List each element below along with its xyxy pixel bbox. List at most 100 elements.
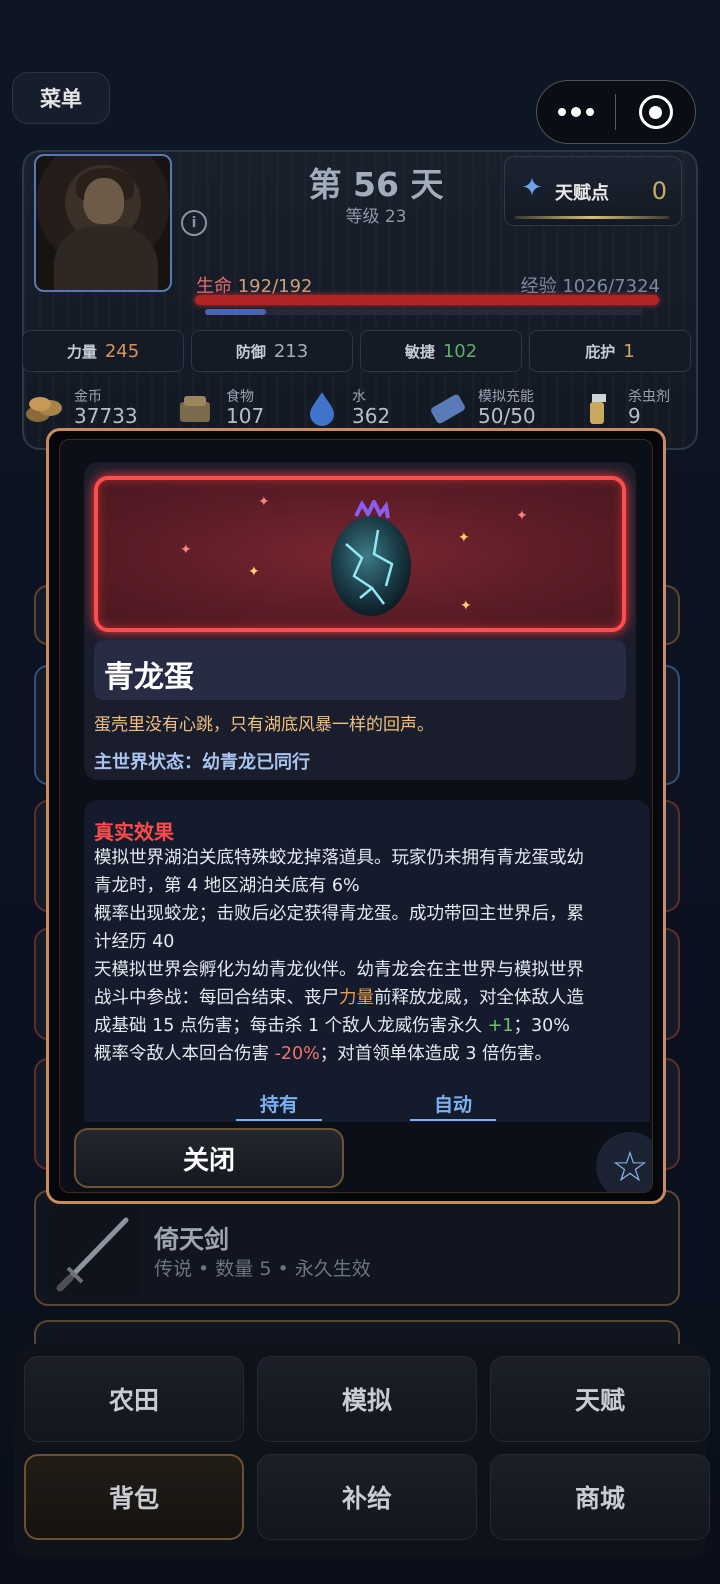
effect-line: 概率令敌人本回合伤害 -20%；对首领单体造成 3 倍伤害。 (94, 1040, 642, 1068)
resource-value: 362 (352, 404, 391, 428)
resource-value: 37733 (74, 404, 138, 428)
stat-agility: 敏捷 102 (360, 330, 522, 372)
effect-line: 模拟世界湖泊关底特殊蛟龙掉落道具。玩家仍未拥有青龙蛋或幼 (94, 848, 584, 868)
resource-gold: 金币 37733 (24, 384, 144, 434)
highlight-bonus: +1 (487, 1016, 514, 1036)
xp-bar-fill (205, 309, 267, 315)
water-drop-icon (310, 392, 334, 426)
stat-value: 213 (273, 340, 309, 362)
stat-value: 1 (623, 340, 635, 362)
sparkle-icon: ✦ (458, 530, 470, 546)
battery-icon (431, 394, 465, 424)
hp-value: 192/192 (237, 276, 313, 297)
resource-pesticide: 杀虫剂 9 (578, 384, 688, 434)
tab-farm[interactable]: 农田 (24, 1356, 244, 1442)
tab-simulate[interactable]: 模拟 (257, 1356, 477, 1442)
hp-bar (195, 295, 659, 305)
sparkle-icon: ✦ (180, 542, 192, 558)
hold-link[interactable]: 持有 (236, 1090, 323, 1121)
effect-description: 模拟世界湖泊关底特殊蛟龙掉落道具。玩家仍未拥有青龙蛋或幼 青龙时，第 4 地区湖… (94, 844, 642, 1068)
resource-food: 食物 107 (176, 384, 286, 434)
item-meta: 传说 • 数量 5 • 永久生效 (154, 1258, 371, 1280)
stat-strength: 力量 245 (22, 330, 184, 372)
highlight-debuff: -20% (274, 1044, 320, 1064)
dragon-egg-icon (331, 500, 411, 616)
resource-value: 9 (628, 404, 641, 428)
coins-icon (26, 397, 62, 422)
resource-value: 107 (226, 404, 265, 428)
info-icon[interactable]: i (181, 210, 207, 236)
highlight-strength: 力量 (339, 988, 374, 1008)
stat-label: 庇护 (585, 342, 616, 361)
sparkle-icon: ✦ (248, 564, 260, 580)
modal-body: ✦ ✦ ✦ ✦ ✦ ✦ 青龙蛋 蛋壳里没有心跳，只有湖底风暴一样的回声。 主世界… (59, 439, 653, 1193)
item-name: 倚天剑 (154, 1225, 230, 1254)
effect-line: 概率出现蛟龙；击败后必定获得青龙蛋。成功带回主世界后，累 (94, 904, 584, 924)
spray-bottle-icon (590, 394, 606, 424)
resource-sim-charge: 模拟充能 50/50 (428, 384, 558, 434)
talent-points-label: 天赋点 (555, 183, 609, 204)
item-card: ✦ ✦ ✦ ✦ ✦ ✦ 青龙蛋 蛋壳里没有心跳，只有湖底风暴一样的回声。 主世界… (84, 462, 636, 780)
effect-panel: 真实效果 模拟世界湖泊关底特殊蛟龙掉落道具。玩家仍未拥有青龙蛋或幼 青龙时，第 … (84, 800, 650, 1122)
menu-button[interactable]: 菜单 (12, 72, 110, 124)
resource-label: 金币 (74, 389, 102, 405)
text-run: 成基础 15 点伤害；每击杀 1 个敌人龙威伤害永久 (94, 1016, 488, 1036)
item-art-frame: ✦ ✦ ✦ ✦ ✦ ✦ (94, 476, 626, 632)
tab-talent[interactable]: 天赋 (490, 1356, 710, 1442)
world-status: 主世界状态：幼青龙已同行 (94, 752, 310, 773)
effect-line: 成基础 15 点伤害；每击杀 1 个敌人龙威伤害永久 +1；30% (94, 1012, 642, 1040)
mini-program-capsule (536, 80, 696, 144)
stat-label: 防御 (235, 342, 266, 361)
star-icon[interactable]: ☆ (596, 1132, 652, 1192)
talent-points-value: 0 (651, 177, 667, 205)
item-detail-modal: ✦ ✦ ✦ ✦ ✦ ✦ 青龙蛋 蛋壳里没有心跳，只有湖底风暴一样的回声。 主世界… (46, 428, 666, 1204)
xp-key: 经验 (520, 276, 557, 297)
game-screen: 菜单 i 第 56 天 等级 23 ✦ 天赋点 0 生命 192/192 经验 … (0, 0, 720, 1584)
talent-points-panel[interactable]: ✦ 天赋点 0 (504, 156, 682, 226)
resource-label: 食物 (226, 389, 254, 405)
more-options-icon[interactable] (537, 106, 615, 117)
item-title: 青龙蛋 (104, 660, 194, 695)
resource-value: 50/50 (478, 404, 536, 428)
tab-backpack[interactable]: 背包 (24, 1454, 244, 1540)
resource-label: 杀虫剂 (628, 389, 670, 405)
xp-value: 1026/7324 (562, 276, 660, 297)
effect-title: 真实效果 (94, 820, 174, 844)
bottom-nav: 农田 模拟 天赋 背包 补给 商城 (14, 1344, 710, 1558)
sparkle-icon: ✦ (516, 508, 528, 524)
effect-line: 计经历 40 (94, 932, 175, 952)
effect-line: 青龙时，第 4 地区湖泊关底有 6% (94, 876, 360, 896)
resource-water: 水 362 (302, 384, 412, 434)
tab-supply[interactable]: 补给 (257, 1454, 477, 1540)
text-run: 前释放龙威，对全体敌人造 (374, 988, 584, 1008)
effect-line: 战斗中参战：每回合结束、丧尸力量前释放龙威，对全体敌人造 (94, 984, 642, 1012)
text-run: 战斗中参战：每回合结束、丧尸 (94, 988, 339, 1008)
text-run: ；30% (513, 1016, 570, 1036)
xp-bar (205, 309, 643, 315)
close-mini-program-icon[interactable] (616, 95, 695, 129)
effect-line: 天模拟世界会孵化为幼青龙伙伴。幼青龙会在主世界与模拟世界 (94, 960, 584, 980)
auto-link[interactable]: 自动 (410, 1090, 497, 1121)
stat-label: 力量 (66, 342, 97, 361)
tab-shop[interactable]: 商城 (490, 1454, 710, 1540)
stat-value: 245 (104, 340, 140, 362)
food-icon (180, 396, 210, 422)
item-flavor-text: 蛋壳里没有心跳，只有湖底风暴一样的回声。 (94, 715, 434, 735)
item-name-bar: 青龙蛋 (94, 640, 626, 700)
stat-value: 102 (442, 340, 478, 362)
stat-defense: 防御 213 (191, 330, 353, 372)
sword-icon (48, 1206, 140, 1298)
player-level: 等级 23 (345, 207, 407, 227)
crystal-icon: ✦ (521, 173, 543, 203)
stat-shelter: 庇护 1 (529, 330, 691, 372)
sparkle-icon: ✦ (460, 598, 472, 614)
player-avatar[interactable] (34, 154, 172, 292)
day-counter: 第 56 天 (308, 165, 444, 204)
inventory-item-sword[interactable]: 倚天剑 传说 • 数量 5 • 永久生效 (34, 1190, 680, 1306)
sparkle-icon: ✦ (258, 494, 270, 510)
resource-label: 模拟充能 (478, 389, 534, 405)
resource-label: 水 (352, 389, 366, 405)
hp-key: 生命 (196, 276, 232, 297)
text-run: ；对首领单体造成 3 倍伤害。 (319, 1044, 553, 1064)
close-button[interactable]: 关闭 (74, 1128, 344, 1188)
